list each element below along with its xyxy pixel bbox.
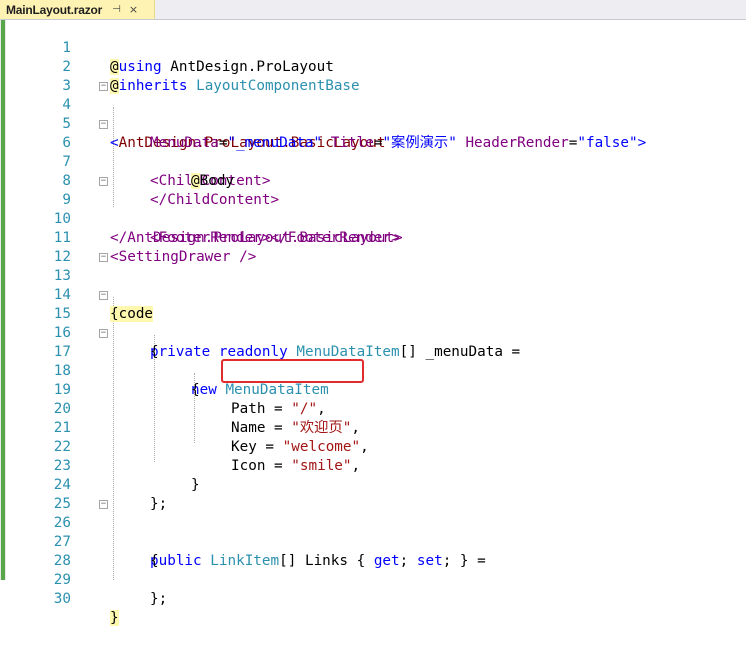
code-line-4: 4 − <AntDesign.ProLayout.BasicLayout	[0, 77, 746, 152]
code-line-16: 16 {	[0, 305, 746, 360]
code-line-15: 15 − private readonly MenuDataItem[] _me…	[0, 286, 746, 361]
code-line-25: 25	[0, 476, 746, 512]
collapse-icon[interactable]: −	[99, 177, 108, 186]
tab-bar: MainLayout.razor ⊣ ×	[0, 0, 746, 20]
code-line-20: 20 Name = "欢迎页",	[0, 381, 746, 436]
tab-title: MainLayout.razor	[6, 2, 103, 17]
code-editor[interactable]: 1 @using AntDesign.ProLayout 2 @inherits…	[0, 20, 746, 626]
collapse-icon[interactable]: −	[99, 500, 108, 509]
code-line-10: 10 </AntDesign.ProLayout.BasicLayout>	[0, 191, 746, 246]
code-line-6: 6 − <ChildContent>	[0, 115, 746, 190]
code-line-22: 22 Icon = "smile",	[0, 419, 746, 474]
line-number: 30	[53, 591, 71, 607]
highlight-annotation-box	[221, 359, 364, 383]
code-line-21: 21 Key = "welcome",	[0, 400, 746, 455]
code-line-30: 30 }	[0, 571, 746, 626]
code-line-13: 13 − @code	[0, 248, 746, 322]
code-line-2: 2 @inherits LayoutComponentBase	[0, 39, 746, 94]
code-line-24: 24 };	[0, 457, 746, 512]
code-line-29: 29 };	[0, 552, 746, 607]
pin-icon[interactable]: ⊣	[112, 4, 121, 15]
code-line-27: 27 {	[0, 514, 746, 569]
code-line-3: 3	[0, 58, 746, 94]
collapse-icon[interactable]: −	[99, 329, 108, 338]
code-line-19: 19 Path = "/",	[0, 362, 746, 417]
tab-mainlayout[interactable]: MainLayout.razor ⊣ ×	[0, 0, 155, 19]
code-line-18: 18 {	[0, 343, 746, 398]
collapse-icon[interactable]: −	[99, 82, 108, 91]
code-line-8: 8 </ChildContent>	[0, 153, 746, 208]
code-line-7: 7 @Body	[0, 134, 746, 189]
code-line-14: 14 {	[0, 267, 746, 322]
code-line-23: 23 }	[0, 438, 746, 493]
collapse-icon[interactable]: −	[99, 291, 108, 300]
code-line-26: 26 − public LinkItem[] Links { get; set;…	[0, 495, 746, 570]
code-line-5: 5 MenuData="_menuData" Title="案例演示" Head…	[0, 96, 746, 151]
code-line-12: 12	[0, 229, 746, 265]
code-line-11: 11 <SettingDrawer />	[0, 210, 746, 265]
collapse-icon[interactable]: −	[99, 253, 108, 262]
code-line-9: 9 − <FooterRender></FooterRender>	[0, 172, 746, 247]
collapse-icon[interactable]: −	[99, 120, 108, 129]
close-icon[interactable]: ×	[129, 3, 138, 16]
code-line-28: 28	[0, 533, 746, 569]
code-line-17: 17 − new MenuDataItem	[0, 324, 746, 399]
code-line-1: 1 @using AntDesign.ProLayout	[0, 20, 746, 75]
